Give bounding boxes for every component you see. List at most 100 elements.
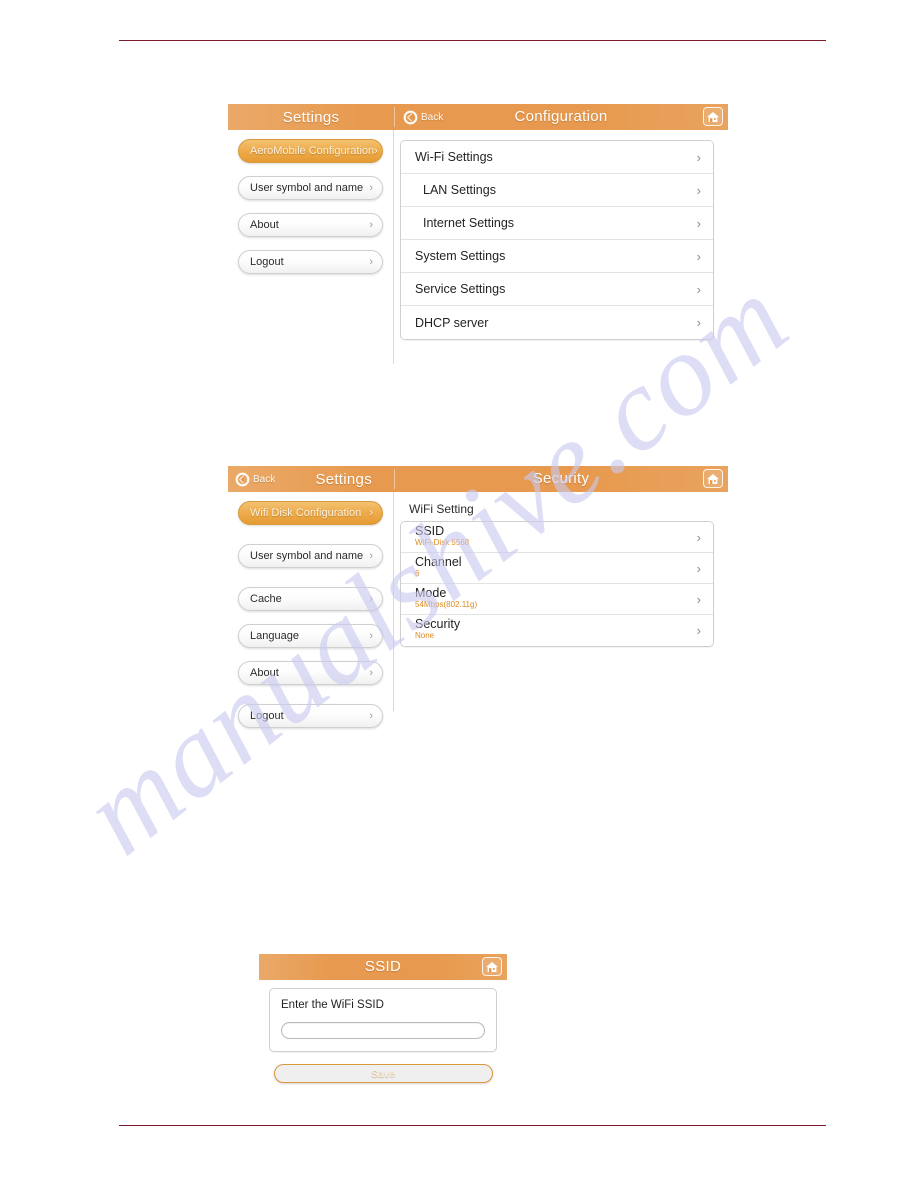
- sidebar-item-about[interactable]: About ›: [238, 213, 383, 237]
- sidebar-item-logout[interactable]: Logout ›: [238, 250, 383, 274]
- chevron-right-icon: ›: [369, 666, 373, 679]
- home-icon: [706, 473, 720, 485]
- chevron-right-icon: ›: [369, 181, 373, 194]
- security-list: SSID WiFi-Disk 5568 › Channel 6 › Mode 5…: [400, 521, 714, 647]
- chevron-right-icon: ›: [696, 561, 701, 576]
- ssid-page-title: SSID: [364, 958, 402, 975]
- list-item-dhcp-server[interactable]: DHCP server ›: [401, 306, 713, 339]
- sidebar-item-label: Cache: [250, 593, 282, 605]
- chevron-right-icon: ›: [696, 315, 701, 330]
- screenshot-configuration: Settings Back Configuration AeroMobile C…: [228, 104, 728, 364]
- ssid-titlebar-right: SSID: [259, 954, 507, 980]
- list-item-channel[interactable]: Channel 6 ›: [401, 553, 713, 584]
- sidebar-item-label: Logout: [250, 256, 284, 268]
- sidebar-item-about[interactable]: About ›: [238, 661, 383, 685]
- home-icon: [706, 111, 720, 123]
- page-bottom-rule: [119, 1125, 826, 1126]
- security-settings-title: Settings: [315, 470, 372, 488]
- chevron-right-icon: ›: [369, 629, 373, 642]
- back-circle-icon: [402, 109, 419, 126]
- configuration-titlebar: Settings Back Configuration: [228, 104, 728, 130]
- list-item-text: Mode 54Mbps(802.11g): [415, 586, 478, 610]
- list-item-value: 54Mbps(802.11g): [415, 600, 478, 610]
- sidebar-item-label: User symbol and name: [250, 550, 364, 562]
- list-item-label: DHCP server: [415, 315, 489, 330]
- security-sidebar: Wifi Disk Configuration › User symbol an…: [228, 492, 394, 728]
- list-item-label: Security: [415, 617, 461, 631]
- sidebar-item-label: About: [250, 219, 279, 231]
- list-item-lan-settings[interactable]: LAN Settings ›: [401, 174, 713, 207]
- list-item-mode[interactable]: Mode 54Mbps(802.11g) ›: [401, 584, 713, 615]
- sidebar-item-label: Language: [250, 630, 299, 642]
- back-button-label: Back: [421, 111, 444, 123]
- sidebar-item-label: Logout: [250, 710, 284, 722]
- sidebar-item-aeromobile-configuration[interactable]: AeroMobile Configuration ›: [238, 139, 383, 163]
- configuration-page-title: Configuration: [514, 108, 608, 125]
- security-titlebar-right: Security: [394, 466, 728, 492]
- chevron-right-icon: ›: [369, 506, 373, 519]
- back-button[interactable]: Back: [234, 471, 275, 488]
- home-button[interactable]: [703, 469, 723, 488]
- configuration-list: Wi-Fi Settings › LAN Settings › Internet…: [400, 140, 714, 340]
- chevron-right-icon: ›: [696, 215, 701, 231]
- ssid-dialog-card: Enter the WiFi SSID: [269, 988, 497, 1052]
- sidebar-item-label: AeroMobile Configuration: [250, 145, 375, 157]
- security-page-title: Security: [532, 470, 590, 487]
- list-item-label: System Settings: [415, 249, 506, 263]
- chevron-right-icon: ›: [696, 149, 701, 165]
- list-item-system-settings[interactable]: System Settings ›: [401, 240, 713, 273]
- ssid-titlebar: SSID: [259, 954, 507, 980]
- security-center-title-wrap: Security: [394, 470, 728, 488]
- page-top-rule: [119, 40, 826, 41]
- list-item-label: Service Settings: [415, 282, 506, 296]
- chevron-right-icon: ›: [696, 592, 701, 607]
- save-button[interactable]: Save: [273, 1064, 493, 1083]
- list-item-internet-settings[interactable]: Internet Settings ›: [401, 207, 713, 240]
- chevron-right-icon: ›: [369, 218, 373, 231]
- list-item-text: Security None: [415, 617, 461, 641]
- configuration-titlebar-right: Back Configuration: [394, 104, 728, 130]
- sidebar-item-user-symbol-and-name[interactable]: User symbol and name ›: [238, 176, 383, 200]
- home-button[interactable]: [482, 957, 502, 976]
- back-button[interactable]: Back: [402, 109, 443, 126]
- ssid-center-title-wrap: SSID: [259, 958, 507, 976]
- configuration-settings-title: Settings: [282, 108, 340, 126]
- list-item-label: LAN Settings: [423, 183, 496, 197]
- back-circle-icon: [234, 471, 251, 488]
- security-titlebar-left: Back Settings: [228, 466, 394, 492]
- security-main: WiFi Setting SSID WiFi-Disk 5568 › Chann…: [394, 492, 728, 711]
- sidebar-item-logout[interactable]: Logout ›: [238, 704, 383, 728]
- screenshot-security: Back Settings Security Wifi Disk Configu…: [228, 466, 728, 728]
- list-item-value: WiFi-Disk 5568: [415, 538, 470, 548]
- security-body: Wifi Disk Configuration › User symbol an…: [228, 492, 728, 728]
- list-item-wifi-settings[interactable]: Wi-Fi Settings ›: [401, 141, 713, 174]
- sidebar-item-wifi-disk-configuration[interactable]: Wifi Disk Configuration ›: [238, 501, 383, 525]
- home-button[interactable]: [703, 107, 723, 126]
- sidebar-item-user-symbol-and-name[interactable]: User symbol and name ›: [238, 544, 383, 568]
- sidebar-item-cache[interactable]: Cache ›: [238, 587, 383, 611]
- chevron-right-icon: ›: [696, 281, 701, 297]
- chevron-right-icon: ›: [369, 549, 373, 562]
- list-item-label: SSID: [415, 524, 445, 538]
- chevron-right-icon: ›: [696, 248, 701, 264]
- back-button-label: Back: [253, 473, 276, 485]
- list-item-label: Channel: [415, 555, 462, 569]
- list-item-security[interactable]: Security None ›: [401, 615, 713, 646]
- sidebar-item-label: About: [250, 667, 279, 679]
- list-item-service-settings[interactable]: Service Settings ›: [401, 273, 713, 306]
- chevron-right-icon: ›: [696, 182, 701, 198]
- sidebar-item-language[interactable]: Language ›: [238, 624, 383, 648]
- sidebar-item-label: Wifi Disk Configuration: [250, 507, 362, 519]
- chevron-right-icon: ›: [696, 530, 701, 545]
- list-item-ssid[interactable]: SSID WiFi-Disk 5568 ›: [401, 522, 713, 553]
- ssid-input[interactable]: [281, 1022, 485, 1039]
- security-titlebar: Back Settings Security: [228, 466, 728, 492]
- list-item-value: None: [415, 631, 435, 641]
- list-item-label: Internet Settings: [423, 216, 515, 230]
- chevron-right-icon: ›: [374, 144, 378, 157]
- configuration-body: AeroMobile Configuration › User symbol a…: [228, 130, 728, 364]
- screenshot-ssid-dialog: SSID Enter the WiFi SSID Save: [259, 954, 507, 1083]
- home-icon: [485, 961, 499, 973]
- list-item-text: SSID WiFi-Disk 5568: [415, 524, 470, 548]
- ssid-field-label: Enter the WiFi SSID: [281, 999, 384, 1011]
